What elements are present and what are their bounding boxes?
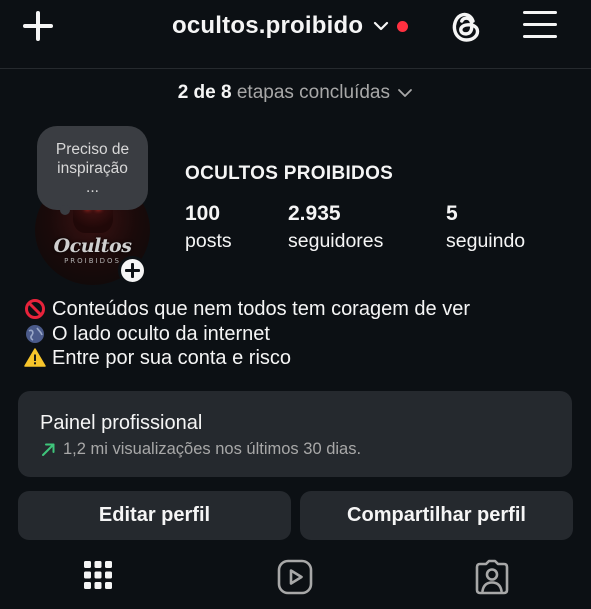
bio-line: Conteúdos que nem todos tem coragem de v… [24,297,470,322]
account-switcher[interactable]: ocultos.proibido [172,10,409,42]
following-count: 5 [446,202,458,225]
avatar-logo-text: Ocultos [53,235,132,257]
bio-text: Conteúdos que nem todos tem coragem de v… [52,298,471,320]
followers-count: 2.935 [288,202,341,225]
notification-dot [397,20,409,32]
bio-text: O lado oculto da internet [52,322,270,345]
bio-line: O lado oculto da internet [24,322,470,347]
bio-line: Entre por sua conta e risco [24,346,470,371]
bio-text: Entre por sua conta e risco [52,347,292,369]
steps-label: etapas concluídas [236,82,391,103]
menu-icon[interactable] [523,9,557,41]
profile-tabs [0,555,591,609]
display-name: OCULTOS PROIBIDOS [185,163,394,184]
globe-icon [26,324,44,343]
note-line: Preciso de [55,141,130,158]
steps-completed: 2 de 8 [177,82,232,103]
chevron-down-icon [398,89,413,97]
followers-label: seguidores [288,230,384,252]
edit-profile-button[interactable]: Editar perfil [18,491,291,540]
following-label: seguindo [446,230,526,252]
followers-stat[interactable]: 2.935 seguidores [288,202,383,256]
posts-count: 100 [185,202,221,225]
following-stat[interactable]: 5 seguindo [446,202,525,256]
note-bubble-tail [60,205,70,215]
note-line: inspiração [57,160,128,177]
prohibited-icon [25,299,45,320]
warning-icon [24,348,46,367]
add-story-icon[interactable] [118,256,147,285]
trend-up-arrow-icon [42,443,55,456]
share-profile-button[interactable]: Compartilhar perfil [300,491,573,540]
onboarding-progress[interactable]: 2 de 8 etapas concluídas [0,82,591,104]
dashboard-subtitle: 1,2 mi visualizações nos últimos 30 dias… [63,440,362,458]
create-plus-icon[interactable] [20,8,56,44]
note-line: ... [86,179,99,196]
username: ocultos.proibido [172,12,364,39]
threads-icon[interactable] [446,6,486,46]
dashboard-title: Painel profissional [40,412,203,434]
header-divider [0,68,591,69]
grid-icon[interactable] [83,560,113,590]
tagged-icon[interactable] [474,559,510,595]
bio: Conteúdos que nem todos tem coragem de v… [24,297,470,371]
note-bubble[interactable]: Preciso de inspiração ... [37,126,148,210]
dashboard-insight: 1,2 mi visualizações nos últimos 30 dias… [40,440,572,459]
reels-icon[interactable] [277,559,313,595]
professional-dashboard[interactable]: Painel profissional 1,2 mi visualizações… [18,391,572,477]
posts-stat[interactable]: 100 posts [185,202,232,256]
chevron-down-icon [374,21,389,31]
top-bar: ocultos.proibido [0,0,591,68]
posts-label: posts [185,230,232,252]
